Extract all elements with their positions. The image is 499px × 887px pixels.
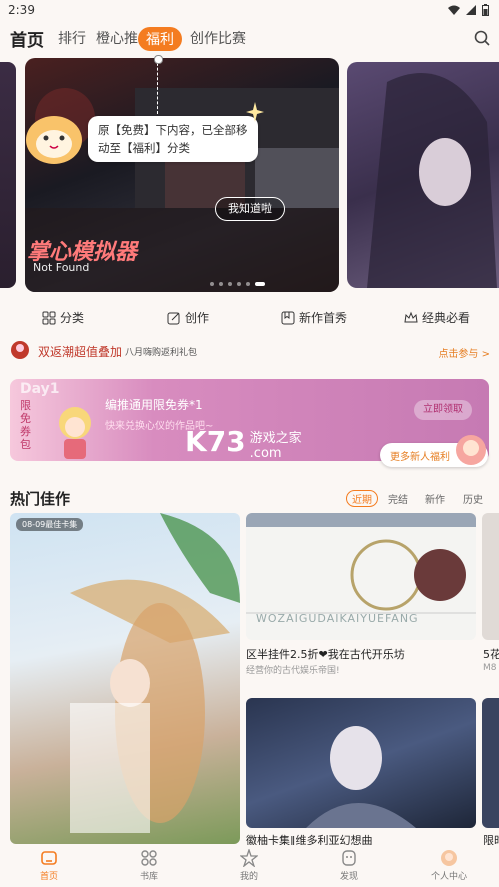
newbie-welfare-button[interactable]: 更多新人福利: [380, 435, 488, 467]
work-tag: 08-09最佳卡集: [16, 518, 84, 531]
tab-contest[interactable]: 创作比赛: [190, 28, 246, 48]
banner-next-artwork: [367, 73, 497, 288]
carousel-dot: [210, 282, 214, 286]
work-card[interactable]: WOZAIGUDAIKAIYUEFANG: [246, 513, 476, 640]
banner-main-card[interactable]: 掌心模拟器 Not Found: [25, 58, 339, 292]
promo-link[interactable]: 点击参与 >: [438, 345, 490, 360]
filter-recent[interactable]: 近期: [346, 490, 378, 507]
bottom-tab-profile[interactable]: 个人中心: [419, 845, 479, 882]
tab-recommend[interactable]: 橙心推: [96, 28, 138, 48]
coupon-vertical-char: 免: [20, 412, 31, 425]
watermark: K73 游戏之家 .com: [185, 425, 302, 461]
discover-icon: [342, 850, 356, 866]
sparkle-icon: [246, 102, 264, 122]
carousel-dot: [237, 282, 241, 286]
bottom-tab-discover[interactable]: 发现: [319, 845, 379, 882]
bottom-tab-library[interactable]: 书库: [119, 845, 179, 882]
work-cover-text: WOZAIGUDAIKAIYUEFANG: [256, 612, 419, 625]
quick-category-label: 分类: [60, 311, 85, 325]
banner-tooltip: 原【免费】下内容，已全部移动至【福利】分类: [88, 116, 258, 162]
status-time: 2:39: [8, 3, 35, 17]
tab-welfare[interactable]: 福利: [138, 27, 182, 51]
work-sub: M8: [483, 663, 497, 673]
quick-new-works-label: 新作首秀: [299, 311, 348, 325]
bottom-tab-home[interactable]: 首页: [19, 845, 79, 882]
promo-avatar-icon: [11, 341, 29, 359]
work-title[interactable]: 区半挂件2.5折❤我在古代开乐坊: [246, 646, 405, 662]
bookmark-icon: [281, 311, 295, 324]
banner-prev-card[interactable]: [0, 62, 16, 288]
status-icons: [448, 4, 489, 16]
signal-icon: [466, 5, 476, 15]
work-sub: 经营你的古代娱乐帝国!: [246, 666, 340, 676]
library-icon: [141, 850, 157, 866]
profile-avatar-icon: [441, 850, 457, 866]
home-icon: [41, 851, 57, 865]
coupon-vertical: 限 免 券 包: [20, 399, 32, 451]
bottom-tab-label: 发现: [339, 872, 358, 882]
quick-classics-label: 经典必看: [422, 311, 471, 325]
promo-text: 八月嗨购返利礼包: [125, 348, 198, 358]
carousel-dots: [210, 282, 265, 286]
bottom-tab-label: 书库: [139, 872, 158, 882]
quick-classics[interactable]: 经典必看: [404, 309, 470, 326]
crown-icon: [404, 311, 418, 322]
promo-banner[interactable]: 双返潮超值叠加 八月嗨购返利礼包 点击参与 >: [10, 340, 490, 362]
tab-home[interactable]: 首页: [10, 26, 44, 51]
bottom-tab-mine[interactable]: 我的: [219, 845, 279, 882]
newbie-avatar-icon: [456, 435, 486, 465]
filter-finished[interactable]: 完结: [388, 491, 408, 506]
edit-icon: [167, 312, 180, 324]
work-card[interactable]: [482, 513, 499, 640]
coupon-day: Day1: [20, 381, 60, 397]
coupon-vertical-char: 限: [20, 399, 31, 412]
work-card[interactable]: 08-09最佳卡集: [10, 513, 240, 844]
grid-icon: [42, 311, 56, 324]
tooltip-pin-line: [157, 58, 160, 114]
quick-create[interactable]: 创作: [167, 309, 209, 326]
coupon-vertical-char: 包: [20, 438, 31, 451]
bottom-tab-label: 首页: [39, 872, 58, 882]
hot-section-title: 热门佳作: [10, 490, 71, 508]
mascot-icon: [26, 116, 82, 164]
quick-create-label: 创作: [185, 311, 210, 325]
search-icon[interactable]: [474, 30, 490, 46]
work-card[interactable]: [482, 698, 499, 828]
coupon-vertical-char: 券: [20, 425, 31, 438]
work-title[interactable]: 5花: [483, 646, 499, 662]
top-nav: 首页 排行 橙心推 福利 创作比赛: [0, 22, 499, 56]
wifi-icon: [448, 5, 460, 15]
battery-icon: [482, 4, 489, 16]
filter-new[interactable]: 新作: [425, 491, 445, 506]
newbie-welfare-label: 更多新人福利: [390, 452, 450, 463]
banner-poster-sub: Not Found: [33, 261, 90, 274]
carousel-dot: [228, 282, 232, 286]
carousel-dot: [219, 282, 223, 286]
watermark-text: 游戏之家: [249, 431, 302, 446]
banner-next-card[interactable]: [347, 62, 499, 288]
carousel-dot: [246, 282, 250, 286]
bottom-tab-label: 我的: [239, 872, 258, 882]
tab-rank[interactable]: 排行: [58, 28, 86, 48]
filter-history[interactable]: 历史: [463, 491, 483, 506]
bottom-nav: 首页 书库 我的 发现 个人中心: [0, 845, 499, 887]
quick-category[interactable]: 分类: [42, 309, 84, 326]
work-card[interactable]: [246, 698, 476, 828]
status-bar: 2:39: [0, 0, 499, 22]
claim-button[interactable]: 立即领取: [414, 400, 472, 420]
know-button[interactable]: 我知道啦: [215, 197, 285, 221]
work-cover: [70, 513, 240, 833]
work-cover: [306, 726, 416, 828]
watermark-domain: .com: [249, 446, 282, 461]
quick-new-works[interactable]: 新作首秀: [281, 309, 347, 326]
carousel-dot-active: [255, 282, 265, 286]
coupon-title: 编推通用限免券*1: [105, 398, 203, 412]
bottom-tab-label: 个人中心: [430, 872, 467, 882]
tooltip-pin-dot: [154, 55, 163, 64]
watermark-logo: K73: [185, 425, 246, 458]
coupon-character-icon: [59, 407, 91, 459]
star-icon: [240, 849, 258, 867]
promo-badge: 双返潮超值叠加: [38, 345, 123, 359]
